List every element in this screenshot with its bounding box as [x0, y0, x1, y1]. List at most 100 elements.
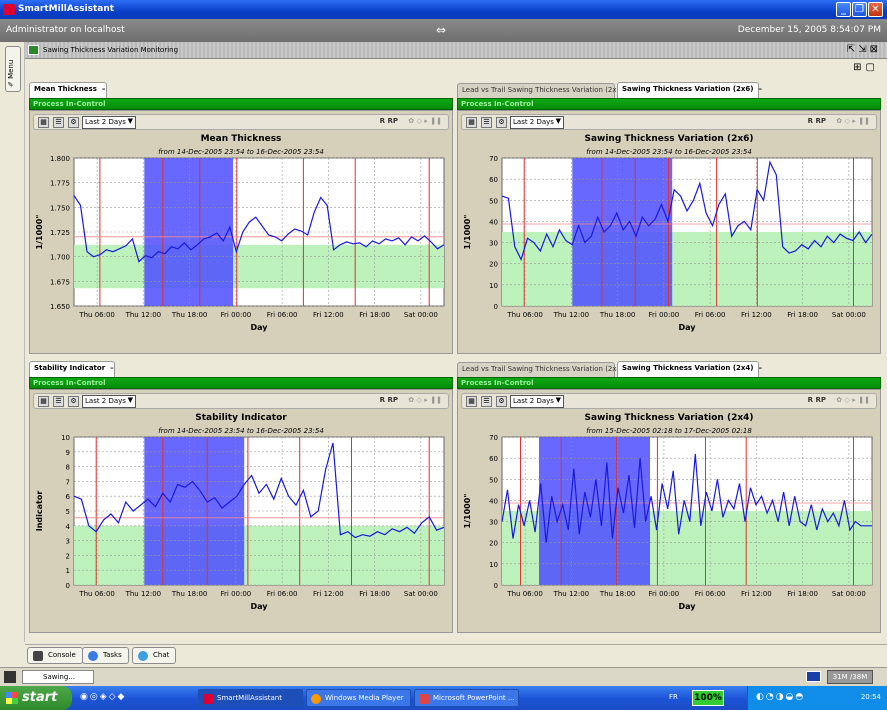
tasks-button[interactable]: Tasks: [82, 647, 129, 664]
swap-icon[interactable]: ⇔: [436, 23, 446, 37]
x-tick-label: Fri 00:00: [649, 311, 680, 319]
list-view-icon[interactable]: ☰: [481, 396, 492, 407]
y-tick-label: 5: [66, 508, 70, 516]
start-button[interactable]: start: [0, 686, 72, 710]
chart-window-icon: [28, 45, 39, 55]
chat-button[interactable]: Chat: [132, 647, 177, 664]
list-view-icon[interactable]: ☰: [53, 396, 64, 407]
chart-plot: 0 1 2 3 4 5 6 7 8 9 10 Thu 06:00 Thu 12:00 Thu 18:00 F…: [35, 435, 445, 611]
tray-icons[interactable]: ◐◔◑◒◓: [756, 692, 805, 702]
y-tick-label: 1.775: [50, 180, 70, 188]
list-view-icon[interactable]: ☰: [481, 117, 492, 128]
maximize-button[interactable]: ❐: [852, 2, 867, 17]
y-axis-label: 1/1000": [463, 215, 472, 250]
y-tick-label: 60: [489, 176, 498, 184]
settings-icon[interactable]: ⚙: [496, 396, 507, 407]
quick-launch-icons[interactable]: ◉◎◈◇◆: [80, 692, 126, 702]
settings-icon[interactable]: ⚙: [496, 117, 507, 128]
y-tick-label: 1.650: [50, 303, 70, 311]
report-buttons[interactable]: R RP: [380, 396, 398, 404]
task-mediaplayer[interactable]: Windows Media Player: [306, 689, 411, 707]
chart-tab[interactable]: Sawing Thickness Variation (2x4) –: [617, 361, 762, 377]
layout-icons[interactable]: ⊞▢: [853, 62, 879, 73]
task-label: SmartMillAssistant: [217, 694, 282, 702]
x-tick-label: Thu 18:00: [171, 311, 208, 319]
y-tick-label: 30: [489, 519, 498, 527]
y-tick-label: 30: [489, 240, 498, 248]
grid-view-icon[interactable]: ▦: [466, 396, 477, 407]
tab-close-icon[interactable]: –: [102, 85, 106, 93]
y-tick-label: 50: [489, 476, 498, 484]
report-buttons[interactable]: R RP: [808, 396, 826, 404]
chart-subtitle: from 14-Dec-2005 23:54 to 16-Dec-2005 23…: [586, 148, 752, 156]
playback-icons[interactable]: ✿ ◇ ▸ ❚❚: [408, 117, 442, 125]
process-status: Process In-Control: [457, 98, 881, 110]
playback-icons[interactable]: ✿ ◇ ▸ ❚❚: [836, 117, 870, 125]
list-view-icon[interactable]: ☰: [53, 117, 64, 128]
chart-frame: ▦ ☰ ⚙ Last 2 Days ▼ R RP ✿ ◇ ▸ ❚❚ Stabili…: [29, 389, 453, 633]
chart-panel: Lead vs Trail Sawing Thickness Variation…: [457, 82, 881, 354]
x-tick-label: Fri 18:00: [359, 590, 390, 598]
x-axis-label: Day: [678, 602, 696, 611]
bottom-toolbar: Console Tasks Chat: [25, 644, 887, 666]
range-select[interactable]: Last 2 Days ▼: [82, 116, 136, 129]
range-select[interactable]: Last 2 Days ▼: [510, 116, 564, 129]
y-tick-label: 1.725: [50, 229, 70, 237]
app-taskbar: Sawing... 31M /38M: [0, 667, 887, 686]
tab-close-icon[interactable]: –: [110, 364, 114, 372]
chart-tab[interactable]: Mean Thickness –: [29, 82, 107, 98]
task-powerpoint[interactable]: Microsoft PowerPoint ...: [414, 689, 519, 707]
task-label: Microsoft PowerPoint ...: [433, 694, 515, 702]
chart-tab[interactable]: Lead vs Trail Sawing Thickness Variation…: [457, 83, 624, 98]
playback-icons[interactable]: ✿ ◇ ▸ ❚❚: [836, 396, 870, 404]
x-tick-label: Thu 06:00: [506, 590, 543, 598]
grid-view-icon[interactable]: ▦: [466, 117, 477, 128]
window-controls-icons[interactable]: ⇱⇲⊠: [847, 44, 881, 55]
chat-icon: [138, 651, 148, 661]
console-button[interactable]: Console: [27, 647, 83, 664]
menu-label: ✐ Menu: [7, 59, 15, 87]
console-icon: [33, 651, 43, 661]
range-select[interactable]: Last 2 Days ▼: [82, 395, 136, 408]
chart-toolbar: ▦ ☰ ⚙ Last 2 Days ▼ R RP ✿ ◇ ▸ ❚❚: [461, 393, 877, 409]
x-tick-label: Thu 12:00: [125, 590, 162, 598]
chart-subtitle: from 15-Dec-2005 02:18 to 17-Dec-2005 02…: [586, 427, 752, 435]
app-titlebar: SmartMillAssistant _ ❐ ✕: [0, 0, 887, 19]
chart-frame: ▦ ☰ ⚙ Last 2 Days ▼ R RP ✿ ◇ ▸ ❚❚ Mean Th…: [29, 110, 453, 354]
chart-tab[interactable]: Sawing Thickness Variation (2x6) –: [617, 82, 762, 98]
chevron-down-icon: ▼: [555, 396, 561, 404]
chart-frame: ▦ ☰ ⚙ Last 2 Days ▼ R RP ✿ ◇ ▸ ❚❚ Sawing …: [457, 389, 881, 633]
y-tick-label: 40: [489, 218, 498, 226]
y-tick-label: 1.700: [50, 254, 70, 262]
grid-view-icon[interactable]: ▦: [38, 396, 49, 407]
x-tick-label: Fri 00:00: [221, 311, 252, 319]
y-tick-label: 3: [66, 538, 70, 546]
x-tick-label: Fri 12:00: [313, 311, 344, 319]
sidebar: ✐ Menu: [0, 42, 25, 642]
process-status: Process In-Control: [457, 377, 881, 389]
chart-tab[interactable]: Stability Indicator –: [29, 361, 115, 377]
menu-tab[interactable]: ✐ Menu: [5, 46, 21, 92]
grid-view-icon[interactable]: ▦: [38, 117, 49, 128]
report-buttons[interactable]: R RP: [808, 117, 826, 125]
minimize-button[interactable]: _: [836, 2, 851, 17]
settings-icon[interactable]: ⚙: [68, 117, 79, 128]
x-tick-label: Sat 00:00: [404, 590, 438, 598]
tab-close-icon[interactable]: –: [759, 85, 763, 93]
tab-label: Lead vs Trail Sawing Thickness Variation…: [462, 365, 624, 373]
tab-close-icon[interactable]: –: [759, 364, 763, 372]
chart-tab[interactable]: Lead vs Trail Sawing Thickness Variation…: [457, 362, 624, 377]
clock: 20:54: [860, 693, 881, 701]
x-tick-label: Fri 06:00: [695, 590, 726, 598]
settings-icon[interactable]: ⚙: [68, 396, 79, 407]
language-indicator[interactable]: FR: [669, 693, 678, 701]
back-icon[interactable]: [4, 671, 16, 683]
close-button[interactable]: ✕: [868, 2, 883, 17]
playback-icons[interactable]: ✿ ◇ ▸ ❚❚: [408, 396, 442, 404]
x-tick-label: Fri 06:00: [695, 311, 726, 319]
task-smartmill[interactable]: SmartMillAssistant: [198, 689, 303, 707]
sawing-task[interactable]: Sawing...: [22, 670, 94, 684]
report-buttons[interactable]: R RP: [380, 117, 398, 125]
range-select[interactable]: Last 2 Days ▼: [510, 395, 564, 408]
chevron-down-icon: ▼: [555, 117, 561, 125]
